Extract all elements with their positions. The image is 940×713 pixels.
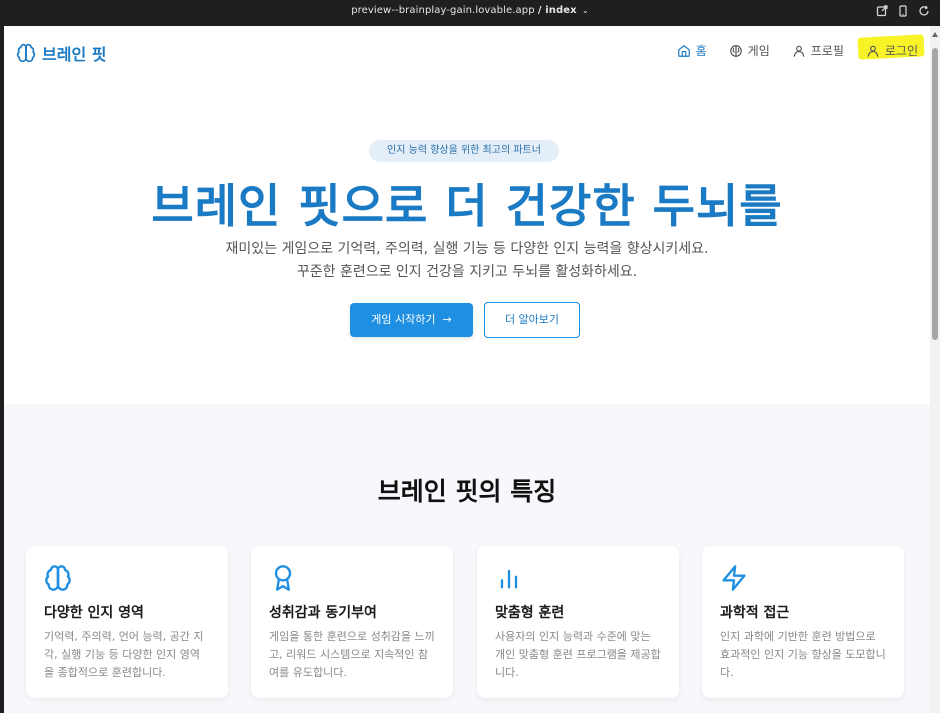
nav-label: 프로필 [810, 44, 844, 58]
start-game-button[interactable]: 게임 시작하기 → [350, 303, 473, 337]
feature-title: 성취감과 동기부여 [269, 605, 377, 621]
brain-icon [45, 565, 71, 591]
chevron-down-icon[interactable]: ⌄ [582, 6, 589, 15]
feature-card: 맞춤형 훈련 사용자의 인지 능력과 수준에 맞는 개인 맞춤형 훈련 프로그램… [477, 546, 679, 698]
refresh-icon[interactable] [918, 5, 930, 17]
award-icon [274, 565, 292, 591]
page-viewport: 브레인 핏 홈 게임 프로필 로그인 인지 능력 향상을 위한 최고의 파트너 … [4, 26, 930, 713]
hero-section: 인지 능력 향상을 위한 최고의 파트너 브레인 핏으로 더 건강한 두뇌를 재… [4, 78, 930, 404]
external-link-icon[interactable] [876, 5, 888, 17]
arrow-right-icon: → [439, 313, 452, 326]
address-bar[interactable]: preview--brainplay-gain.lovable.app / in… [0, 5, 940, 16]
learn-more-button[interactable]: 더 알아보기 [484, 302, 580, 338]
feature-card: 다양한 인지 영역 기억력, 주의력, 언어 능력, 공간 지각, 실행 기능 … [26, 546, 228, 698]
scrollbar-thumb[interactable] [932, 48, 938, 340]
feature-title: 과학적 접근 [720, 605, 790, 621]
logo-text: 브레인 핏 [42, 45, 107, 64]
lightning-icon [722, 565, 746, 591]
feature-card: 성취감과 동기부여 게임을 통한 훈련으로 성취감을 느끼고, 리워드 시스템으… [251, 546, 453, 698]
mobile-device-icon[interactable] [897, 5, 909, 17]
url-path: / index [537, 5, 577, 16]
bar-chart-icon [500, 569, 518, 589]
nav-item-games[interactable]: 게임 [729, 42, 770, 59]
page-scrollbar[interactable] [930, 26, 940, 713]
feature-description: 게임을 통한 훈련으로 성취감을 느끼고, 리워드 시스템으로 지속적인 참여를… [269, 630, 435, 679]
features-section: 브레인 핏의 특징 다양한 인지 영역 기억력, 주의력, 언어 능력, 공간 … [4, 404, 930, 713]
feature-description: 인지 과학에 기반한 훈련 방법으로 효과적인 인지 기능 향상을 도모합니다. [720, 630, 886, 679]
feature-card: 과학적 접근 인지 과학에 기반한 훈련 방법으로 효과적인 인지 기능 향상을… [702, 546, 904, 698]
home-icon [677, 44, 690, 57]
scroll-up-icon[interactable] [932, 32, 938, 37]
button-label: 게임 시작하기 [371, 313, 436, 326]
nav-item-login[interactable]: 로그인 [857, 34, 925, 60]
top-navigation: 브레인 핏 홈 게임 프로필 로그인 [4, 26, 930, 78]
brain-icon [16, 43, 36, 63]
browser-top-bar: preview--brainplay-gain.lovable.app / in… [0, 0, 940, 26]
user-icon [867, 45, 879, 57]
brain-icon [729, 44, 742, 57]
features-title: 브레인 핏의 특징 [377, 477, 557, 506]
feature-description: 기억력, 주의력, 언어 능력, 공간 지각, 실행 기능 등 다양한 인지 영… [44, 630, 204, 679]
hero-badge: 인지 능력 향상을 위한 최고의 파트너 [369, 140, 559, 162]
user-icon [793, 45, 804, 57]
nav-label: 게임 [747, 44, 770, 58]
nav-item-profile[interactable]: 프로필 [792, 42, 844, 59]
logo[interactable]: 브레인 핏 [16, 41, 106, 65]
feature-description: 사용자의 인지 능력과 수준에 맞는 개인 맞춤형 훈련 프로그램을 제공합니다… [495, 630, 661, 679]
hero-description: 재미있는 게임으로 기억력, 주의력, 실행 기능 등 다양한 인지 능력을 향… [225, 241, 709, 280]
nav-item-home[interactable]: 홈 [677, 42, 707, 59]
hero-title: 브레인 핏으로 더 건강한 두뇌를 [151, 179, 783, 233]
feature-title: 맞춤형 훈련 [495, 605, 565, 621]
nav-label: 홈 [695, 44, 707, 58]
url-text: preview--brainplay-gain.lovable.app [351, 5, 535, 16]
feature-title: 다양한 인지 영역 [44, 605, 144, 621]
nav-label: 로그인 [884, 44, 918, 58]
